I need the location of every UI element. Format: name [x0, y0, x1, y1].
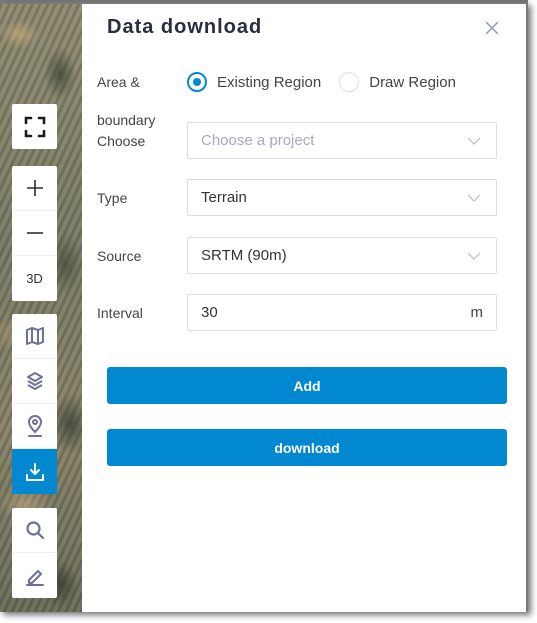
radio-draw-region-circle[interactable]	[339, 72, 360, 92]
plus-icon	[26, 180, 43, 196]
layers-icon	[26, 372, 43, 390]
chevron-down-icon	[467, 194, 481, 202]
toolbar-group-view	[12, 104, 57, 149]
fullscreen-icon	[24, 116, 45, 137]
basemap-button[interactable]	[12, 314, 57, 359]
window: 3D Data download Area & Existing Region …	[0, 2, 528, 612]
chevron-down-icon	[467, 252, 481, 260]
area-radio-group: Existing Region Draw Region	[187, 72, 474, 92]
app-frame: 3D Data download Area & Existing Region …	[0, 0, 537, 623]
3d-label: 3D	[26, 271, 43, 286]
type-row: Type Terrain	[97, 179, 497, 216]
chevron-down-icon	[467, 137, 481, 145]
type-select-value: Terrain	[201, 189, 247, 206]
close-button[interactable]	[482, 18, 502, 38]
draw-button[interactable]	[12, 553, 57, 598]
project-select[interactable]: Choose a project	[187, 122, 497, 159]
type-label: Type	[97, 190, 128, 206]
radio-draw-region-label: Draw Region	[369, 73, 456, 91]
download-icon	[25, 462, 44, 481]
download-button[interactable]: download	[107, 429, 507, 466]
interval-label: Interval	[97, 305, 143, 321]
add-button[interactable]: Add	[107, 367, 507, 404]
map-icon	[25, 327, 44, 345]
project-select-placeholder: Choose a project	[201, 132, 315, 149]
interval-input[interactable]	[201, 304, 471, 321]
close-icon	[485, 21, 499, 35]
3d-toggle-button[interactable]: 3D	[12, 256, 57, 301]
boundary-label-line1: boundary	[97, 112, 156, 128]
interval-row: Interval m	[97, 294, 497, 331]
type-select[interactable]: Terrain	[187, 179, 497, 216]
radio-existing-region[interactable]: Existing Region	[187, 72, 321, 92]
zoom-out-button[interactable]	[12, 211, 57, 256]
location-button[interactable]	[12, 404, 57, 449]
source-row: Source SRTM (90m)	[97, 237, 497, 274]
interval-unit: m	[470, 304, 484, 321]
location-pin-icon	[27, 415, 42, 437]
area-label: Area &	[97, 74, 140, 90]
radio-draw-region[interactable]: Draw Region	[339, 72, 456, 92]
area-row: Area & Existing Region Draw Region	[97, 72, 497, 94]
interval-field[interactable]: m	[187, 294, 497, 331]
edit-icon	[25, 569, 44, 586]
fullscreen-button[interactable]	[12, 104, 57, 149]
toolbar-group-misc	[12, 508, 57, 598]
toolbar-group-zoom: 3D	[12, 166, 57, 301]
boundary-row: boundary Choose Choose a project	[97, 110, 497, 160]
panel-title: Data download	[107, 16, 263, 38]
download-tool-button[interactable]	[12, 449, 57, 494]
layers-button[interactable]	[12, 359, 57, 404]
toolbar-group-tools	[12, 314, 57, 494]
search-icon	[25, 521, 44, 540]
search-button[interactable]	[12, 508, 57, 553]
minus-icon	[26, 232, 43, 234]
data-download-panel: Data download Area & Existing Region Dra…	[82, 4, 526, 612]
source-select-value: SRTM (90m)	[201, 247, 287, 264]
radio-existing-region-label: Existing Region	[217, 73, 322, 91]
zoom-in-button[interactable]	[12, 166, 57, 211]
radio-existing-region-circle[interactable]	[187, 72, 207, 92]
source-label: Source	[97, 248, 142, 264]
boundary-label-line2: Choose	[97, 133, 146, 149]
source-select[interactable]: SRTM (90m)	[187, 237, 497, 274]
